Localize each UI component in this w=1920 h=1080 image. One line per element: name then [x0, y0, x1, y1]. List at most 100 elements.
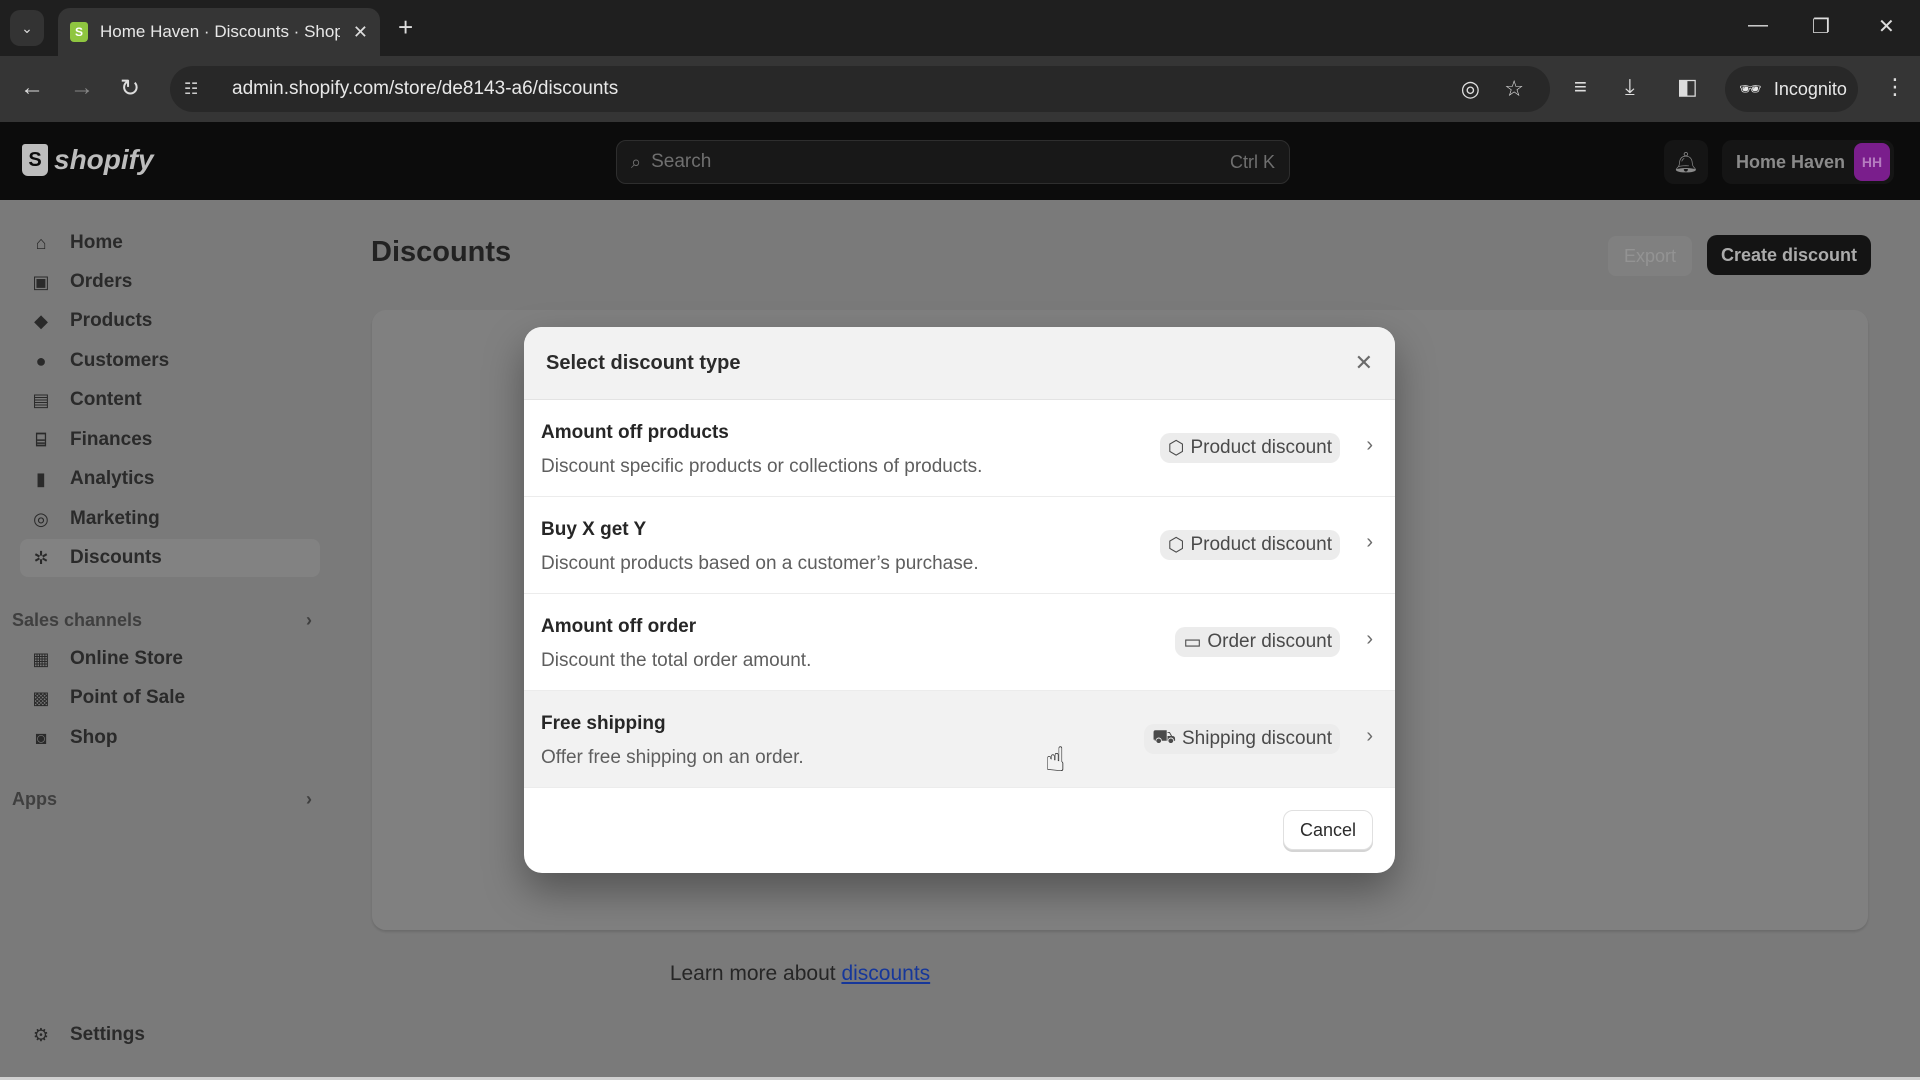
minimize-icon[interactable]: —	[1748, 14, 1768, 37]
sidebar-item-label: Analytics	[70, 468, 155, 489]
close-tab-icon[interactable]: ✕	[353, 22, 368, 43]
browser-tab-bar: ⌄ S Home Haven · Discounts · Shopify ✕ +…	[0, 0, 1920, 56]
store-menu-button[interactable]: Home Haven HH	[1722, 140, 1894, 184]
gear-icon: ⚙	[32, 1024, 50, 1045]
bank-icon: ⌸	[35, 429, 47, 450]
product-discount-badge: ⬡ Product discount	[1159, 433, 1340, 463]
shopify-bag-icon: S	[22, 144, 48, 176]
url-text[interactable]: admin.shopify.com/store/de8143-a6/discou…	[232, 78, 618, 100]
sidebar-item-customers[interactable]: ● Customers	[20, 342, 320, 380]
option-title: Amount off order	[541, 616, 697, 637]
content-icon: ▤	[32, 389, 50, 410]
incognito-icon: 🕶	[1739, 78, 1762, 99]
discount-option-free-shipping[interactable]: Free shipping Offer free shipping on an …	[524, 691, 1395, 788]
select-discount-type-modal: Select discount type ✕ Amount off produc…	[524, 327, 1395, 873]
back-icon[interactable]: ←	[20, 74, 44, 102]
download-icon[interactable]: ⤓	[1625, 74, 1635, 100]
badge-label: Order discount	[1207, 631, 1332, 652]
sidebar-item-label: Products	[70, 310, 153, 331]
sidebar-item-marketing[interactable]: ◎ Marketing	[20, 500, 320, 538]
browser-menu-icon[interactable]: ⋮	[1884, 74, 1906, 100]
sales-channels-header[interactable]: Sales channels ›	[12, 610, 312, 631]
sidebar-item-point-of-sale[interactable]: ▩ Point of Sale	[20, 679, 320, 717]
export-button[interactable]: Export	[1608, 236, 1692, 276]
sidebar-item-discounts[interactable]: ✲ Discounts	[20, 539, 320, 577]
option-title: Free shipping	[541, 713, 666, 734]
chevron-right-icon: ›	[1366, 434, 1373, 456]
sidebar-item-online-store[interactable]: ▦ Online Store	[20, 640, 320, 678]
restore-icon[interactable]: ❐	[1812, 14, 1830, 39]
tag-icon: ◆	[34, 310, 48, 331]
discount-option-amount-off-order[interactable]: Amount off order Discount the total orde…	[524, 594, 1395, 691]
eye-off-icon[interactable]: ◎	[1461, 76, 1480, 102]
store-icon: ▦	[32, 648, 50, 669]
tag-icon: ⬡	[1167, 534, 1185, 556]
truck-icon: ⛟	[1152, 727, 1176, 748]
sidebar-item-home[interactable]: ⌂ Home	[20, 224, 320, 262]
pos-icon: ▩	[32, 687, 50, 708]
search-shortcut: Ctrl K	[1230, 151, 1275, 172]
sidebar-item-label: Customers	[70, 350, 170, 371]
order-discount-badge: ▭ Order discount	[1175, 627, 1340, 657]
sidebar-item-label: Orders	[70, 271, 133, 292]
logo-text: shopify	[54, 144, 154, 175]
option-title: Buy X get Y	[541, 519, 647, 540]
close-icon[interactable]: ✕	[1355, 350, 1373, 376]
discount-option-buy-x-get-y[interactable]: Buy X get Y Discount products based on a…	[524, 497, 1395, 594]
avatar: HH	[1854, 143, 1890, 181]
person-icon: ●	[35, 350, 47, 371]
sidebar-item-label: Discounts	[70, 547, 162, 568]
option-description: Discount the total order amount.	[541, 650, 812, 671]
discount-option-amount-off-products[interactable]: Amount off products Discount specific pr…	[524, 400, 1395, 497]
shopify-favicon-icon: S	[70, 22, 88, 42]
browser-toolbar: ← → ↻ ☷ admin.shopify.com/store/de8143-a…	[0, 56, 1920, 122]
bookmark-star-icon[interactable]: ☆	[1504, 76, 1524, 102]
address-bar[interactable]: ☷ admin.shopify.com/store/de8143-a6/disc…	[170, 66, 1550, 112]
new-tab-icon[interactable]: +	[398, 12, 413, 43]
sidebar-item-label: Shop	[70, 727, 118, 748]
site-info-icon[interactable]: ☷	[184, 79, 212, 99]
orders-icon: ▣	[32, 271, 50, 292]
notifications-button[interactable]: 🔔︎	[1664, 140, 1708, 184]
window-close-icon[interactable]: ✕	[1878, 14, 1895, 39]
sidebar-item-content[interactable]: ▤ Content	[20, 381, 320, 419]
sidebar-item-label: Online Store	[70, 648, 183, 669]
option-description: Discount products based on a customer’s …	[541, 553, 979, 574]
discounts-help-link[interactable]: discounts	[841, 962, 930, 985]
sidebar-item-orders[interactable]: ▣ Orders	[20, 263, 320, 301]
media-control-icon[interactable]: ≡	[1574, 74, 1587, 100]
sidebar-item-products[interactable]: ◆ Products	[20, 302, 320, 340]
target-icon: ◎	[33, 508, 49, 529]
sidebar-item-finances[interactable]: ⌸ Finances	[20, 421, 320, 459]
order-icon: ▭	[1183, 631, 1202, 653]
reload-icon[interactable]: ↻	[120, 74, 140, 103]
shopify-header: S shopify ⌕ Search Ctrl K 🔔︎ Home Haven …	[0, 122, 1920, 200]
forward-icon[interactable]: →	[70, 74, 94, 102]
apps-header[interactable]: Apps ›	[12, 789, 312, 810]
option-description: Offer free shipping on an order.	[541, 747, 804, 768]
create-discount-button[interactable]: Create discount	[1707, 235, 1871, 275]
badge-label: Product discount	[1190, 437, 1332, 458]
shop-icon: ◙	[35, 727, 47, 748]
sidebar-item-label: Point of Sale	[70, 687, 186, 708]
tab-search-dropdown[interactable]: ⌄	[10, 10, 44, 46]
sidebar-item-label: Marketing	[70, 508, 160, 529]
discount-icon: ✲	[33, 547, 49, 568]
search-input[interactable]: ⌕ Search Ctrl K	[616, 140, 1290, 184]
side-panel-icon[interactable]: ◧	[1677, 74, 1698, 100]
shipping-discount-badge: ⛟ Shipping discount	[1144, 724, 1340, 754]
badge-label: Shipping discount	[1182, 728, 1332, 749]
incognito-badge[interactable]: 🕶 Incognito	[1725, 66, 1858, 112]
cancel-button[interactable]: Cancel	[1283, 810, 1373, 850]
shopify-logo[interactable]: S shopify	[22, 144, 154, 176]
sidebar-item-settings[interactable]: ⚙ Settings	[20, 1016, 320, 1054]
sidebar: ⌂ Home ▣ Orders ◆ Products ● Customers ▤ Cont…	[0, 200, 330, 1080]
chevron-right-icon: ›	[1366, 531, 1373, 553]
sidebar-item-shop[interactable]: ◙ Shop	[20, 719, 320, 757]
home-icon: ⌂	[35, 232, 47, 253]
option-title: Amount off products	[541, 422, 729, 443]
incognito-label: Incognito	[1773, 78, 1847, 99]
browser-tab[interactable]: S Home Haven · Discounts · Shopify ✕	[58, 8, 380, 56]
sidebar-item-analytics[interactable]: ▮ Analytics	[20, 460, 320, 498]
modal-title: Select discount type	[546, 351, 741, 374]
